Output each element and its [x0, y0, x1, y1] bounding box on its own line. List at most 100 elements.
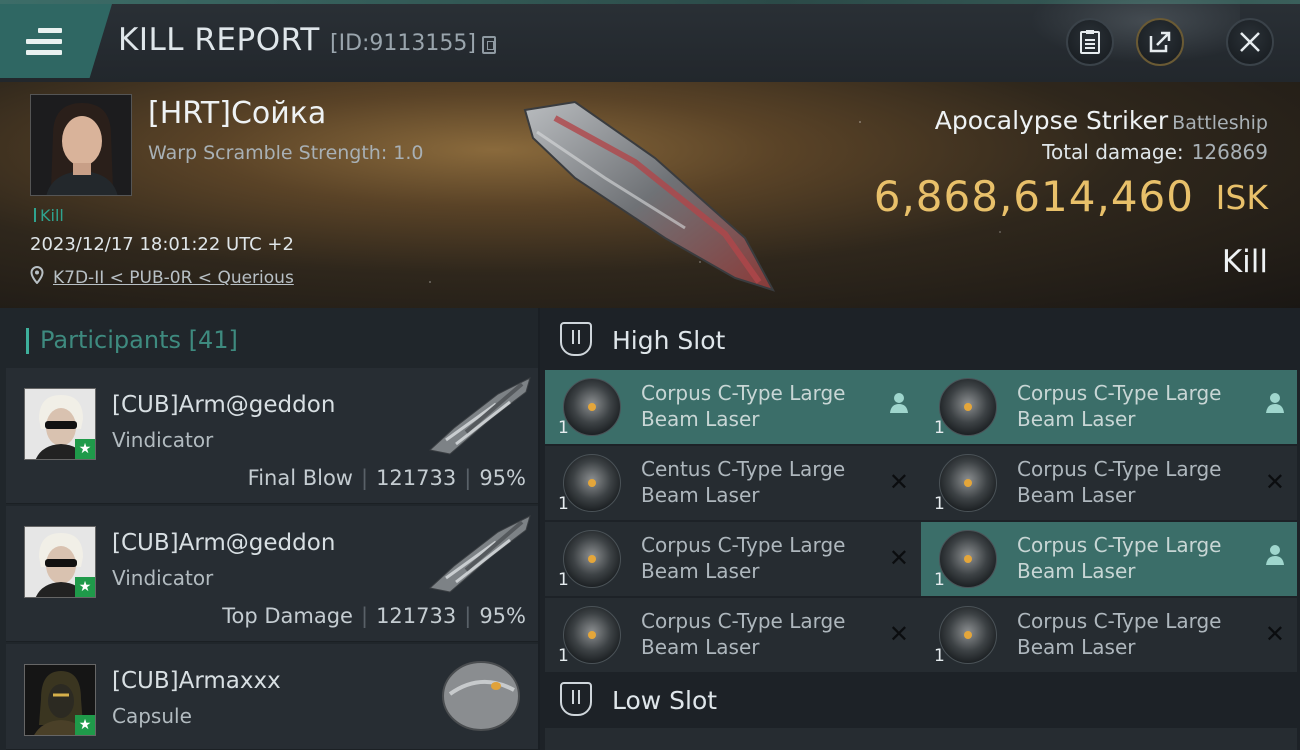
participant-stats: Top Damage | 121733 | 95% [222, 604, 526, 628]
high-slot-module[interactable]: 1 Corpus C-Type Large Beam Laser [545, 370, 921, 444]
victim-ship-name[interactable]: Apocalypse Striker Battleship [935, 106, 1268, 135]
module-name: Corpus C-Type Large Beam Laser [641, 609, 846, 659]
module-name: Corpus C-Type Large Beam Laser [1017, 609, 1222, 659]
participant-name[interactable]: [CUB]Armaxxx [112, 668, 281, 694]
participant-avatar: ★ [24, 526, 96, 598]
close-icon [1240, 32, 1260, 52]
beam-laser-icon [563, 606, 621, 664]
user-icon [889, 392, 909, 420]
destroyed-icon: ✕ [888, 544, 909, 572]
module-name: Corpus C-Type Large Beam Laser [641, 533, 846, 583]
module-quantity: 1 [934, 646, 945, 666]
participant-ship: Vindicator [112, 566, 214, 590]
destroyed-icon: ✕ [1264, 620, 1285, 648]
high-slot-module[interactable]: 1 Corpus C-Type Large Beam Laser ✕ [921, 446, 1297, 520]
report-id: [ID:9113155] [330, 31, 476, 56]
user-icon [1265, 544, 1285, 572]
module-name: Corpus C-Type Large Beam Laser [641, 381, 846, 431]
star-badge-icon: ★ [75, 577, 95, 597]
destroyed-icon: ✕ [888, 468, 909, 496]
location-pin-icon [30, 266, 44, 284]
destroyed-icon: ✕ [1264, 468, 1285, 496]
low-slot-icon [560, 682, 592, 716]
kill-tag: Kill [34, 206, 64, 225]
victim-ship-image [523, 100, 776, 292]
kill-location-link[interactable]: K7D-II < PUB-0R < Querious [53, 268, 294, 288]
beam-laser-icon [939, 606, 997, 664]
module-quantity: 1 [558, 570, 569, 590]
header-bar: KILL REPORT [ID:9113155] [0, 0, 1300, 82]
copy-id-icon[interactable] [482, 36, 496, 54]
close-button[interactable] [1226, 18, 1274, 66]
low-slot-header: Low Slot [540, 668, 1300, 728]
menu-button[interactable] [0, 4, 112, 78]
victim-ship-class: Battleship [1172, 112, 1268, 134]
module-name: Corpus C-Type Large Beam Laser [1017, 381, 1222, 431]
victim-avatar-image [31, 95, 131, 195]
participant-ship: Vindicator [112, 428, 214, 452]
high-slot-module[interactable]: 1 Corpus C-Type Large Beam Laser ✕ [921, 598, 1297, 672]
participant-row[interactable]: ★ [CUB]Arm@geddon Vindicator Final Blow |… [6, 368, 538, 504]
vindicator-ship-image [428, 377, 531, 455]
module-quantity: 1 [934, 570, 945, 590]
high-slot-module[interactable]: 1 Corpus C-Type Large Beam Laser [921, 522, 1297, 596]
beam-laser-icon [939, 454, 997, 512]
beam-laser-icon [563, 378, 621, 436]
participant-row[interactable]: ★ [CUB]Armaxxx Capsule [6, 644, 538, 750]
participant-name[interactable]: [CUB]Arm@geddon [112, 530, 335, 556]
high-slot-module[interactable]: 1 Corpus C-Type Large Beam Laser ✕ [545, 522, 921, 596]
module-name: Corpus C-Type Large Beam Laser [1017, 533, 1222, 583]
participant-avatar: ★ [24, 388, 96, 460]
high-slot-header: High Slot [540, 308, 1300, 368]
participants-panel: Participants [41] ★ [CUB]Arm@geddon Vind… [0, 308, 538, 750]
vindicator-ship-image [428, 515, 531, 593]
high-slot-module[interactable]: 1 Corpus C-Type Large Beam Laser ✕ [545, 598, 921, 672]
victim-portrait[interactable] [30, 94, 132, 196]
kill-result: Kill [1221, 244, 1268, 280]
module-quantity: 1 [558, 494, 569, 514]
clipboard-button[interactable] [1066, 18, 1114, 66]
victim-pilot-name[interactable]: [HRT]Сойка [148, 96, 326, 131]
beam-laser-icon [939, 530, 997, 588]
total-damage-value: 126869 [1191, 140, 1268, 164]
isk-unit: ISK [1215, 178, 1268, 217]
share-icon [1149, 31, 1171, 53]
clipboard-icon [1080, 30, 1100, 54]
participant-damage: 121733 [376, 604, 457, 628]
beam-laser-icon [563, 530, 621, 588]
module-quantity: 1 [934, 494, 945, 514]
high-slot-title: High Slot [612, 326, 726, 355]
participants-count: [41] [188, 326, 238, 354]
star-badge-icon: ★ [75, 715, 95, 735]
participants-heading: Participants [41] [26, 326, 238, 354]
participant-avatar: ★ [24, 664, 96, 736]
beam-laser-icon [939, 378, 997, 436]
hamburger-menu-icon [26, 28, 62, 58]
capsule-ship-image [442, 661, 520, 731]
participant-row[interactable]: ★ [CUB]Arm@geddon Vindicator Top Damage |… [6, 506, 538, 642]
participant-stats: Final Blow | 121733 | 95% [247, 466, 526, 490]
module-name: Corpus C-Type Large Beam Laser [1017, 457, 1222, 507]
high-slot-module[interactable]: 1 Corpus C-Type Large Beam Laser [921, 370, 1297, 444]
participant-role: Top Damage [222, 604, 353, 628]
beam-laser-icon [563, 454, 621, 512]
high-slot-module[interactable]: 1 Centus C-Type Large Beam Laser ✕ [545, 446, 921, 520]
high-slot-icon [560, 322, 592, 356]
low-slot-title: Low Slot [612, 686, 718, 715]
total-damage: Total damage: 126869 [1042, 140, 1268, 164]
low-slot-module[interactable] [921, 728, 1297, 750]
participant-percent: 95% [479, 466, 526, 490]
low-slot-module[interactable] [545, 728, 921, 750]
warp-scramble-strength: Warp Scramble Strength: 1.0 [148, 142, 424, 164]
share-button[interactable] [1136, 18, 1184, 66]
participant-name[interactable]: [CUB]Arm@geddon [112, 392, 335, 418]
kill-datetime: 2023/12/17 18:01:22 UTC +2 [30, 234, 294, 255]
participant-role: Final Blow [247, 466, 353, 490]
page-title: KILL REPORT [118, 22, 320, 58]
module-name: Centus C-Type Large Beam Laser [641, 457, 846, 507]
module-quantity: 1 [934, 418, 945, 438]
destroyed-icon: ✕ [888, 620, 909, 648]
participant-damage: 121733 [376, 466, 457, 490]
star-badge-icon: ★ [75, 439, 95, 459]
isk-value: 6,868,614,460 [873, 172, 1194, 221]
